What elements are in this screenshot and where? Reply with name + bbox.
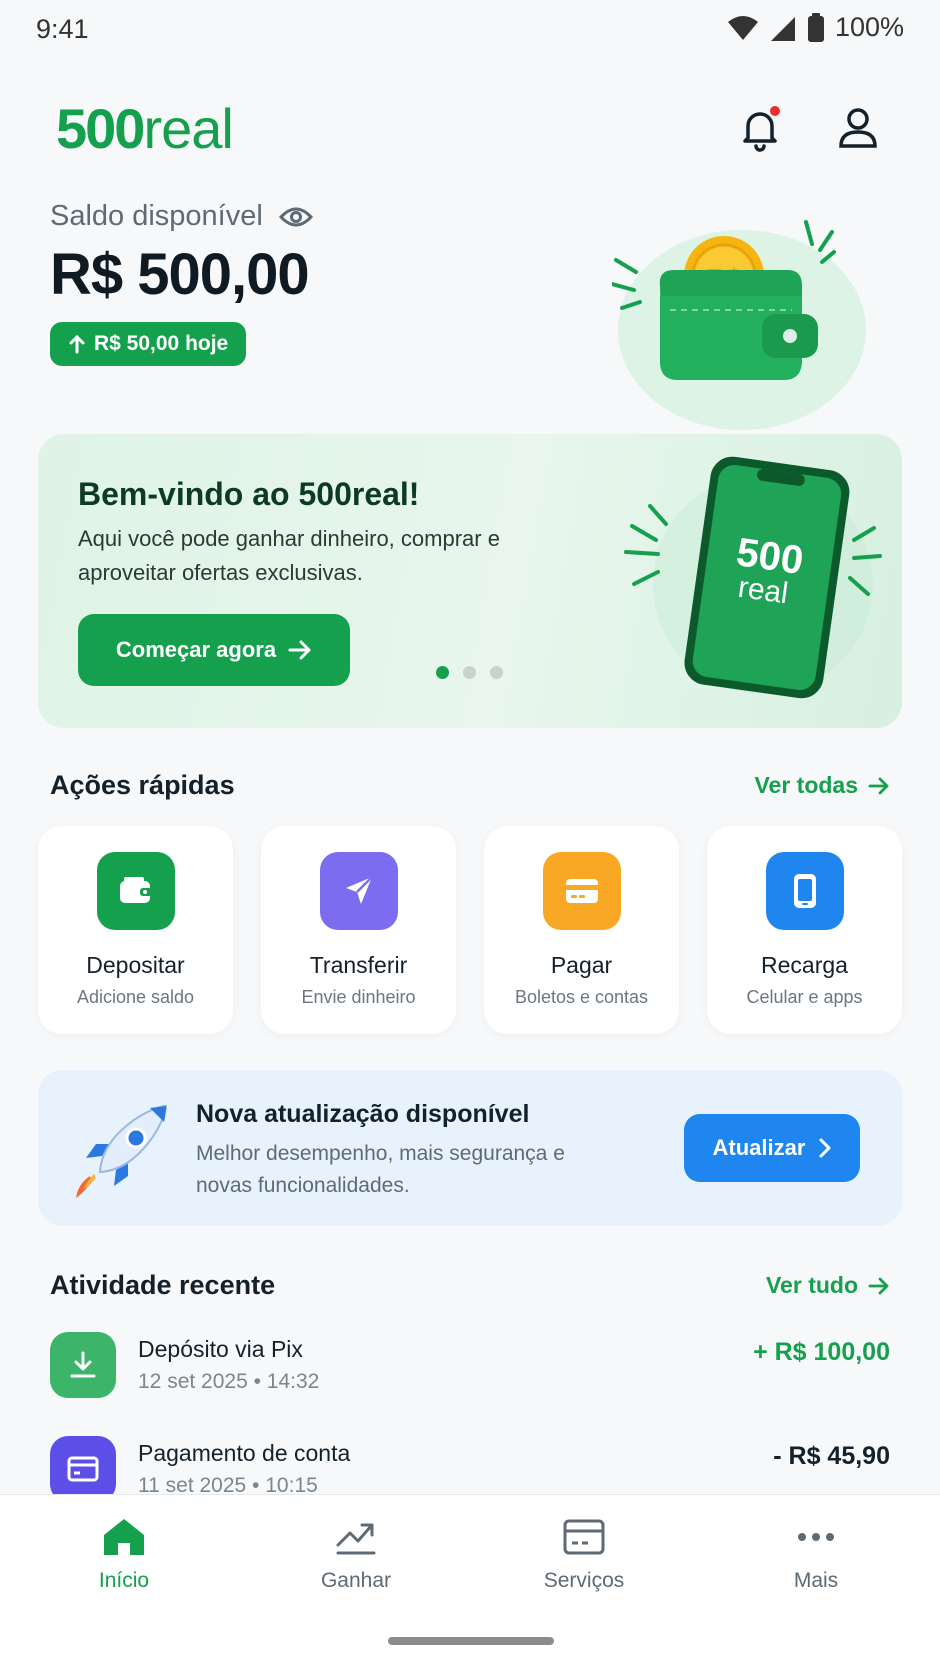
balance-amount: R$ 500,00 (50, 242, 310, 307)
balance-label-row: Saldo disponível (50, 200, 313, 233)
action-label: Recarga (761, 952, 848, 978)
eye-icon[interactable] (278, 205, 313, 229)
nav-label: Serviços (543, 1569, 625, 1592)
battery-icon (807, 12, 824, 42)
nav-home[interactable]: Início (44, 1517, 204, 1593)
banner-title: Bem-vindo ao 500real! (78, 476, 420, 512)
status-bar: 9:41 100% (0, 0, 940, 64)
banner-text: Aqui você pode ganhar dinheiro, comprar … (78, 526, 500, 585)
activity-date: 12 set 2025 • 14:32 (138, 1370, 320, 1393)
recent-activity-header: Atividade recente Ver tudo (50, 1270, 890, 1301)
wallet-illustration: R$ (612, 220, 866, 430)
arrow-right-icon (868, 1277, 889, 1294)
status-time: 9:41 (36, 14, 89, 44)
see-all-label: Ver todas (754, 772, 858, 798)
activity-title: Depósito via Pix (138, 1336, 303, 1362)
update-title: Nova atualização disponível (196, 1100, 530, 1128)
nav-label: Mais (793, 1569, 839, 1592)
trending-up-icon (336, 1523, 376, 1555)
notification-dot (768, 104, 782, 118)
quick-actions: Depositar Adicione saldo Transferir Envi… (38, 826, 902, 1034)
nav-more[interactable]: Mais (736, 1517, 896, 1593)
chevron-right-icon (819, 1138, 831, 1158)
phone-icon (765, 852, 844, 930)
update-button-label: Atualizar (712, 1135, 806, 1160)
transfer-action[interactable]: Transferir Envie dinheiro (261, 826, 456, 1034)
signal-icon (770, 16, 795, 41)
action-label: Pagar (550, 952, 613, 978)
send-icon (319, 852, 398, 930)
carousel-dots[interactable] (436, 666, 503, 679)
logo-number: 500 (56, 97, 145, 160)
list-item[interactable]: Pagamento de conta 11 set 2025 • 10:15 -… (50, 1436, 890, 1494)
deposit-action[interactable]: Depositar Adicione saldo (38, 826, 233, 1034)
recharge-action[interactable]: Recarga Celular e apps (707, 826, 902, 1034)
list-item[interactable]: Depósito via Pix 12 set 2025 • 14:32 + R… (50, 1332, 890, 1422)
arrow-up-icon (69, 334, 85, 354)
phone-logo-word: real (736, 571, 790, 611)
update-text: Melhor desempenho, mais segurança e nova… (196, 1142, 565, 1197)
welcome-banner[interactable]: Bem-vindo ao 500real! Aqui você pode gan… (38, 434, 902, 728)
home-icon (104, 1519, 144, 1555)
more-icon (798, 1533, 834, 1541)
logo-word: real (143, 97, 233, 160)
card-icon (542, 852, 621, 930)
see-all-activity-link[interactable]: Ver tudo (766, 1272, 890, 1299)
carousel-dot[interactable] (463, 666, 476, 679)
bottom-nav: Início Ganhar Serviços Mais (0, 1494, 940, 1672)
wallet-icon (96, 852, 175, 930)
status-icons: 100% (727, 12, 904, 43)
nav-services[interactable]: Serviços (504, 1517, 664, 1593)
app-logo: 500real (56, 96, 234, 161)
action-label: Depositar (86, 952, 185, 978)
start-now-label: Começar agora (115, 637, 277, 662)
activity-date: 11 set 2025 • 10:15 (138, 1474, 318, 1494)
arrow-right-icon (868, 777, 889, 794)
carousel-dot[interactable] (490, 666, 503, 679)
update-card: Nova atualização disponível Melhor desem… (38, 1070, 902, 1226)
activity-amount: - R$ 45,90 (773, 1442, 890, 1470)
carousel-dot-active[interactable] (436, 666, 449, 679)
recent-activity-title: Atividade recente (50, 1270, 276, 1300)
card-icon (50, 1436, 116, 1494)
nav-label: Início (98, 1569, 150, 1592)
arrow-right-icon (288, 640, 311, 660)
action-sub: Envie dinheiro (301, 987, 416, 1007)
balance-change-text: R$ 50,00 hoje (94, 332, 229, 355)
activity-amount: + R$ 100,00 (753, 1338, 890, 1366)
notifications-button[interactable] (736, 104, 784, 152)
nav-earn[interactable]: Ganhar (276, 1517, 436, 1593)
battery-percent: 100% (834, 12, 904, 42)
action-sub: Celular e apps (746, 987, 863, 1007)
home-indicator[interactable] (388, 1637, 554, 1645)
balance-section: Saldo disponível R$ 500,00 R$ 50,00 hoje (50, 200, 313, 366)
download-icon (50, 1332, 116, 1398)
balance-label: Saldo disponível (50, 200, 263, 232)
see-all-actions-link[interactable]: Ver todas (754, 772, 890, 799)
app-header: 500real (0, 92, 940, 172)
quick-actions-header: Ações rápidas Ver todas (50, 770, 890, 801)
wifi-icon (727, 15, 758, 40)
see-all-label: Ver tudo (765, 1272, 858, 1298)
profile-button[interactable] (834, 104, 882, 152)
user-icon (839, 108, 877, 148)
card-icon (563, 1519, 605, 1555)
rocket-icon (76, 1104, 168, 1198)
action-sub: Adicione saldo (76, 987, 195, 1007)
nav-label: Ganhar (320, 1569, 392, 1592)
pay-action[interactable]: Pagar Boletos e contas (484, 826, 679, 1034)
activity-title: Pagamento de conta (138, 1440, 351, 1466)
update-button[interactable]: Atualizar (684, 1114, 860, 1182)
phone-illustration: 500 real (624, 456, 882, 699)
action-label: Transferir (309, 952, 408, 978)
start-now-button[interactable]: Começar agora (78, 614, 350, 686)
quick-actions-title: Ações rápidas (50, 770, 235, 800)
action-sub: Boletos e contas (514, 987, 649, 1007)
balance-change-badge: R$ 50,00 hoje (50, 322, 247, 366)
